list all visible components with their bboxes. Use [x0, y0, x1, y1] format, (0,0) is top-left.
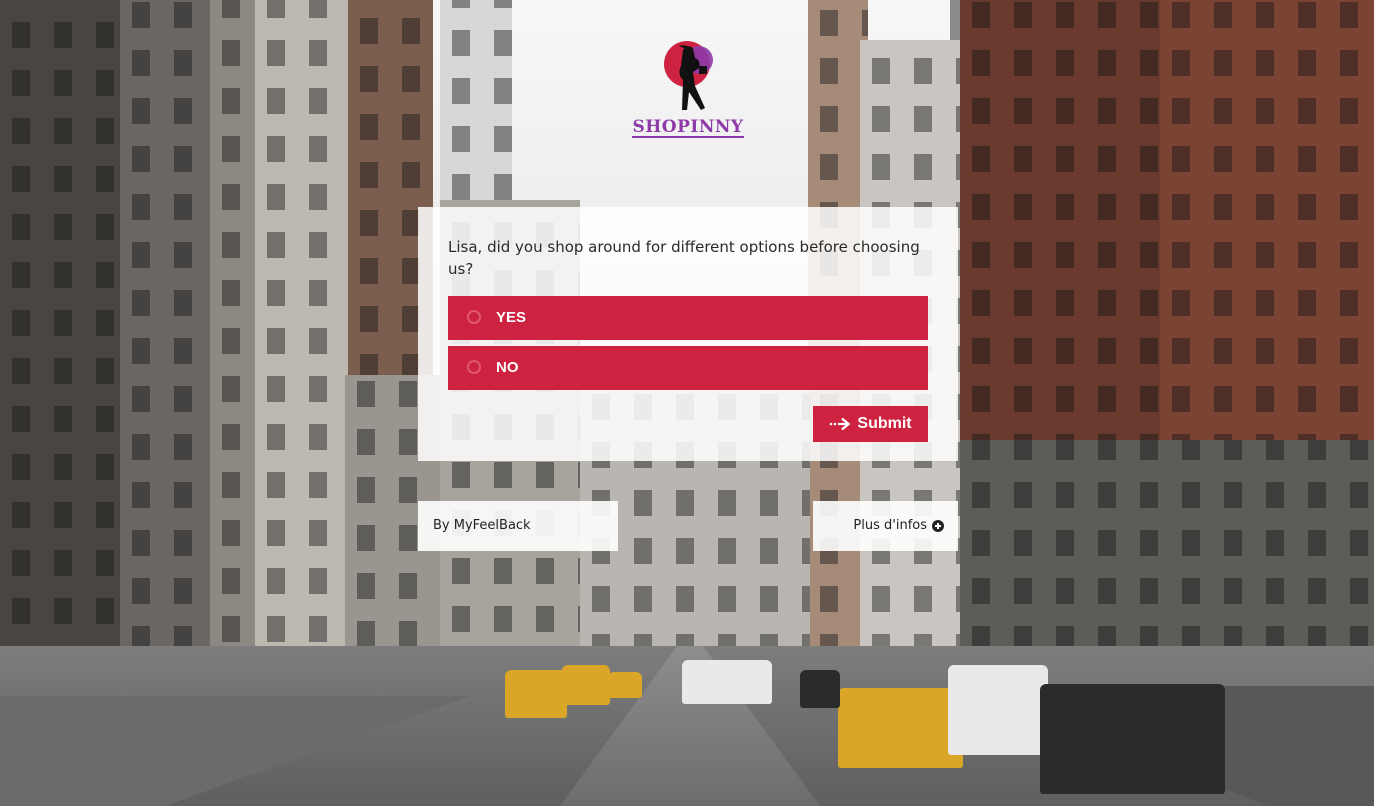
submit-label: Submit: [857, 415, 912, 432]
survey-card: Lisa, did you shop around for different …: [418, 207, 958, 461]
arrow-right-icon: [830, 417, 851, 431]
more-info-link[interactable]: Plus d'infos: [853, 501, 944, 551]
footer-more-panel: Plus d'infos: [813, 501, 958, 551]
survey-footer: By MyFeelBack Plus d'infos: [418, 501, 958, 551]
radio-circle-icon[interactable]: [467, 360, 481, 374]
option-label: NO: [496, 359, 519, 376]
submit-button[interactable]: Submit: [813, 406, 928, 442]
plus-circle-icon: [932, 520, 944, 532]
more-info-label: Plus d'infos: [853, 518, 927, 533]
brand-logo: SHOPINNY: [618, 40, 758, 140]
survey-page: SHOPINNY Lisa, did you shop around for d…: [0, 0, 1374, 806]
option-no[interactable]: NO: [448, 346, 928, 390]
shopper-figure-icon: [664, 41, 713, 110]
option-label: YES: [496, 309, 527, 326]
radio-circle-icon[interactable]: [467, 310, 481, 324]
survey-question: Lisa, did you shop around for different …: [448, 238, 920, 278]
footer-credit-panel: By MyFeelBack: [418, 501, 618, 551]
powered-by-label: By MyFeelBack: [433, 518, 531, 533]
option-yes[interactable]: YES: [448, 296, 928, 340]
brand-name: SHOPINNY: [632, 117, 744, 138]
